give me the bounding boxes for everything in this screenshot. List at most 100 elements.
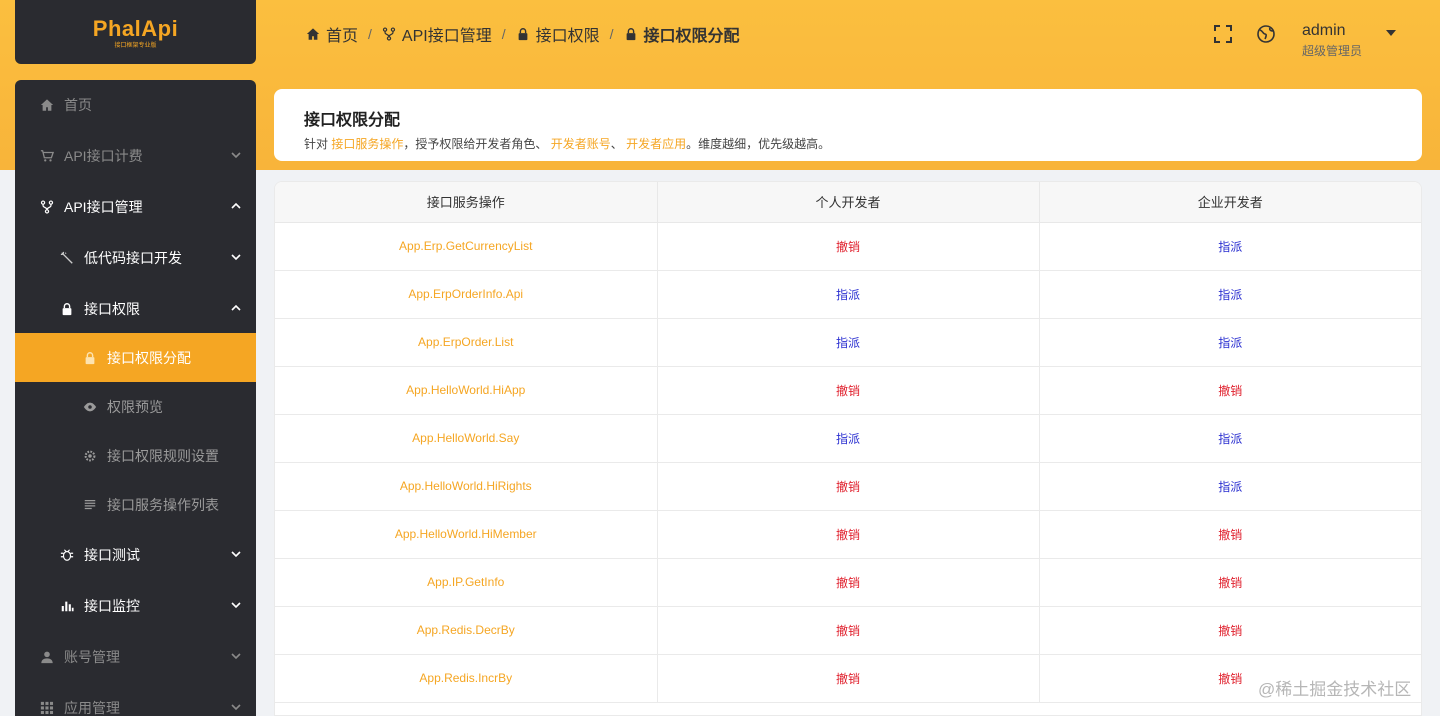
assign-button[interactable]: 指派 [1218,336,1242,350]
operation-cell: App.HelloWorld.HiMember [275,510,658,559]
sidebar-item-permission-preview[interactable]: 权限预览 [15,382,256,431]
sidebar-item-app-management[interactable]: 应用管理 [15,683,256,716]
assign-button[interactable]: 指派 [1218,432,1242,446]
breadcrumb-separator: / [501,26,506,42]
user-role: 超级管理员 [1302,44,1363,58]
breadcrumb-api-permission[interactable]: 接口权限 [516,22,600,46]
user-name: admin [1302,22,1346,39]
eye-icon [83,400,97,414]
revoke-button[interactable]: 撤销 [1218,576,1242,590]
chevron-down-icon [231,551,241,558]
fullscreen-icon[interactable] [1213,24,1233,44]
sidebar-item-api-billing[interactable]: API接口计费 [15,131,256,180]
revoke-button[interactable]: 撤销 [1218,624,1242,638]
revoke-button[interactable]: 撤销 [1218,672,1242,686]
operation-name: App.Redis.IncrBy [419,671,513,685]
logo[interactable]: PhalApi 接口框架专业版 [15,0,256,64]
revoke-button[interactable]: 撤销 [1218,384,1242,398]
operation-name: App.IP.GetInfo [427,575,505,589]
page-title: 接口权限分配 [304,112,401,129]
caret-down-icon[interactable] [1385,28,1397,38]
assign-button[interactable]: 指派 [1218,288,1242,302]
sidebar-item-account[interactable]: 账号管理 [15,632,256,681]
breadcrumb-current: 接口权限分配 [624,22,740,46]
revoke-button[interactable]: 撤销 [836,240,860,254]
revoke-button[interactable]: 撤销 [836,672,860,686]
logo-text: PhalApi [92,15,179,41]
watermark: @稀土掘金技术社区 [1258,680,1412,699]
table-row: App.Erp.GetCurrencyList 撤销 指派 [275,222,1421,271]
sidebar-item-permission-assign[interactable]: 接口权限分配 [15,333,256,382]
table-row: App.HelloWorld.Say 指派 指派 [275,414,1421,463]
sidebar-item-api-permission[interactable]: 接口权限 [15,284,256,333]
bar-chart-icon [60,599,74,613]
sidebar-item-api-monitor[interactable]: 接口监控 [15,581,256,630]
sidebar-item-api-management[interactable]: API接口管理 [15,182,256,231]
personal-developer-cell: 撤销 [657,510,1040,559]
operation-name: App.ErpOrder.List [418,335,514,349]
sidebar-item-home[interactable]: 首页 [15,80,256,129]
enterprise-developer-cell: 撤销 [1039,606,1421,655]
enterprise-developer-cell: 指派 [1039,270,1421,319]
link-developer-app[interactable]: 开发者应用 [626,137,686,151]
operation-cell: App.HelloWorld.HiRights [275,462,658,511]
link-developer-account[interactable]: 开发者账号 [551,137,611,151]
assign-button[interactable]: 指派 [1218,480,1242,494]
chevron-down-icon [231,653,241,660]
table-row: App.IP.GetInfo 撤销 撤销 [275,558,1421,607]
table-row: App.HelloWorld.HiApp 撤销 撤销 [275,366,1421,415]
revoke-button[interactable]: 撤销 [1218,528,1242,542]
operation-cell: App.HelloWorld.HiApp [275,366,658,415]
breadcrumb-api-management[interactable]: API接口管理 [382,22,492,46]
revoke-button[interactable]: 撤销 [836,480,860,494]
lock-icon [83,351,97,365]
operation-cell: App.Redis.DecrBy [275,606,658,655]
branch-icon [40,199,54,214]
home-icon [306,28,320,40]
breadcrumb-separator: / [368,26,372,42]
chevron-down-icon [231,704,241,711]
lock-icon [518,28,527,41]
operation-name: App.HelloWorld.HiApp [406,383,526,397]
link-operation[interactable]: 接口服务操作 [331,137,403,151]
sidebar-item-permission-rules[interactable]: 接口权限规则设置 [15,431,256,480]
table-header-row: 接口服务操作 个人开发者 企业开发者 [275,182,1421,223]
operation-cell: App.ErpOrder.List [275,318,658,367]
enterprise-developer-cell: 撤销 [1039,510,1421,559]
bug-icon [60,548,74,562]
column-header-personal: 个人开发者 [657,182,1040,223]
operation-name: App.HelloWorld.HiMember [394,527,537,541]
chevron-up-icon [231,202,241,209]
assign-button[interactable]: 指派 [836,336,860,350]
page-description: 针对 接口服务操作，授予权限给开发者角色、 开发者账号、 开发者应用。维度越细，… [304,137,831,151]
sidebar-item-operation-list[interactable]: 接口服务操作列表 [15,480,256,529]
assign-button[interactable]: 指派 [1218,240,1242,254]
revoke-button[interactable]: 撤销 [836,528,860,542]
revoke-button[interactable]: 撤销 [836,576,860,590]
operation-cell: App.Erp.GetCurrencyList [275,222,658,271]
enterprise-developer-cell: 指派 [1039,318,1421,367]
breadcrumb-home[interactable]: 首页 [306,22,358,46]
assign-button[interactable]: 指派 [836,432,860,446]
personal-developer-cell: 撤销 [657,222,1040,271]
page-info-card: 接口权限分配 针对 接口服务操作，授予权限给开发者角色、 开发者账号、 开发者应… [274,89,1422,161]
assign-button[interactable]: 指派 [836,288,860,302]
table-row: App.HelloWorld.HiMember 撤销 撤销 [275,510,1421,559]
user-menu[interactable]: admin 超级管理员 [1302,22,1362,59]
personal-developer-cell: 撤销 [657,654,1040,703]
sidebar-item-api-test[interactable]: 接口测试 [15,530,256,579]
globe-icon[interactable] [1256,24,1276,44]
operation-name: App.Redis.DecrBy [416,623,515,637]
wand-icon [60,251,74,265]
list-icon [83,498,97,512]
revoke-button[interactable]: 撤销 [836,384,860,398]
revoke-button[interactable]: 撤销 [836,624,860,638]
operation-name: App.HelloWorld.Say [412,431,520,445]
cart-icon [40,149,54,163]
permission-table-card: 接口服务操作 个人开发者 企业开发者 App.Erp.GetCurrencyLi… [274,181,1422,716]
column-header-operation: 接口服务操作 [275,182,658,223]
operation-name: App.HelloWorld.HiRights [399,479,532,493]
personal-developer-cell: 指派 [657,414,1040,463]
sidebar-item-lowcode[interactable]: 低代码接口开发 [15,233,256,282]
operation-cell: App.ErpOrderInfo.Api [275,270,658,319]
